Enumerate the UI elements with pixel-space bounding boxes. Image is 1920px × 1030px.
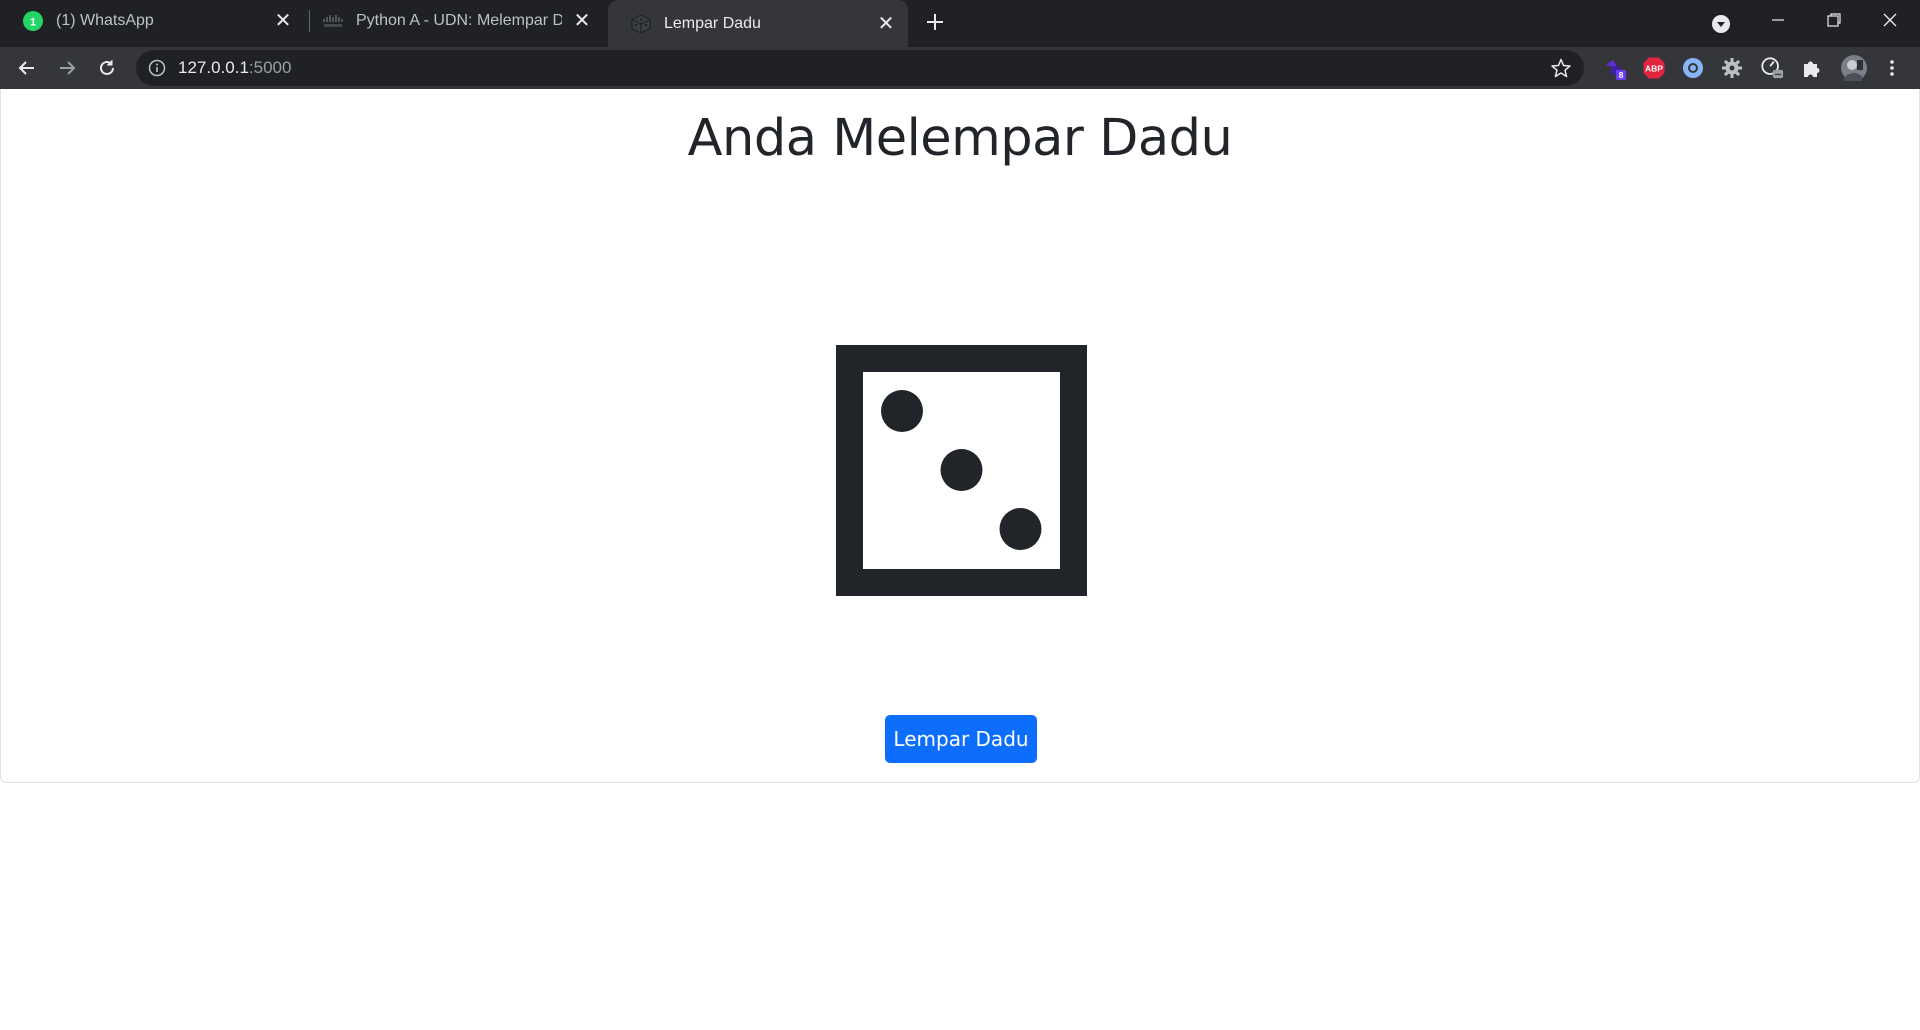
forward-arrow-icon[interactable]	[52, 53, 82, 83]
new-tab-button[interactable]	[922, 9, 948, 35]
profile-avatar[interactable]	[1840, 54, 1868, 82]
page-content: Anda Melempar Dadu Lempar Dadu	[0, 89, 1920, 783]
back-arrow-icon[interactable]	[12, 53, 42, 83]
dice-pip	[999, 508, 1042, 550]
extensions-puzzle-icon[interactable]	[1800, 56, 1824, 80]
site-info-icon[interactable]	[148, 59, 166, 77]
adblock-label: ABP	[1645, 64, 1663, 74]
speed-dial-extension-icon[interactable]	[1760, 56, 1784, 80]
address-bar[interactable]: 127.0.0.1:5000	[136, 50, 1584, 86]
browser-tab-strip: 1 (1) WhatsApp ✕ Python A - UDN: Melempa…	[0, 0, 1920, 47]
extension-badge: 8	[1619, 70, 1624, 80]
dice-favicon-icon	[630, 13, 652, 35]
dice-pip	[940, 449, 983, 491]
close-window-icon[interactable]	[1862, 0, 1918, 40]
adblock-plus-icon[interactable]: ABP	[1642, 56, 1666, 80]
tab-lempar-dadu[interactable]: Lempar Dadu ✕	[608, 0, 908, 47]
close-tab-icon[interactable]: ✕	[271, 9, 295, 33]
tab-title: Lempar Dadu	[664, 14, 761, 32]
settings-gear-icon[interactable]	[1720, 56, 1744, 80]
whatsapp-icon: 1	[22, 10, 44, 32]
tab-python-udn[interactable]: Python A - UDN: Melempar Dadu ✕	[300, 0, 604, 41]
dice-pip	[881, 390, 923, 432]
browser-toolbar: 127.0.0.1:5000 8 ABP	[0, 47, 1920, 89]
tab-whatsapp[interactable]: 1 (1) WhatsApp ✕	[0, 0, 305, 41]
ring-extension-icon[interactable]	[1681, 56, 1705, 80]
roll-dice-button[interactable]: Lempar Dadu	[885, 715, 1037, 763]
url-host: 127.0.0.1	[178, 58, 249, 77]
close-tab-icon[interactable]: ✕	[874, 12, 898, 36]
page-heading: Anda Melempar Dadu	[687, 109, 1233, 168]
extension-shapes-icon[interactable]: 8	[1603, 56, 1627, 80]
url-text: 127.0.0.1:5000	[178, 58, 291, 78]
reload-icon[interactable]	[92, 53, 122, 83]
bookmark-star-icon[interactable]	[1550, 57, 1572, 79]
chrome-menu-icon[interactable]	[1880, 56, 1904, 80]
restore-icon[interactable]	[1806, 0, 1862, 40]
tab-title: (1) WhatsApp	[56, 11, 154, 29]
minimize-icon[interactable]	[1750, 0, 1806, 40]
tab-title: Python A - UDN: Melempar Dadu	[356, 11, 562, 29]
tab-search-icon[interactable]	[1693, 4, 1749, 44]
close-tab-icon[interactable]: ✕	[570, 9, 594, 33]
url-port: :5000	[248, 58, 292, 77]
dice-three-icon	[836, 345, 1087, 596]
cisco-icon	[322, 10, 344, 32]
svg-text:1: 1	[30, 16, 36, 28]
